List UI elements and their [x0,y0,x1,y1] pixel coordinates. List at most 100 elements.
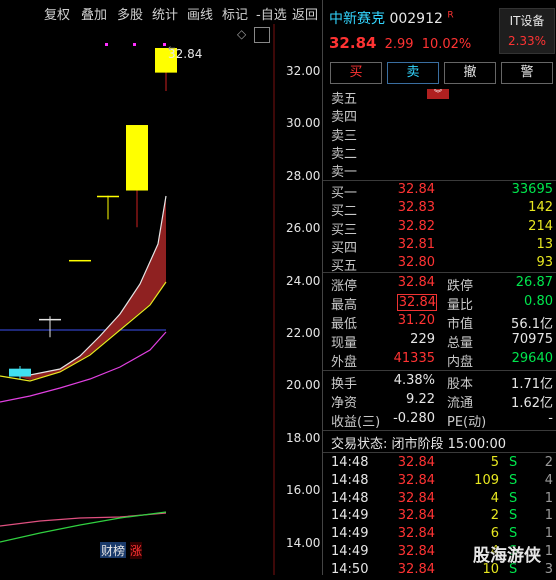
sell-level-row[interactable]: 卖四 [331,106,553,126]
tick-time: 14:49 [331,526,369,542]
r-mark: R [447,10,454,21]
sell-level-row[interactable]: 卖一 [331,161,553,180]
tick-row[interactable]: 14:48 32.84 109 S 4 [331,473,553,491]
tick-row[interactable]: 14:48 32.84 5 S 2 [331,455,553,473]
sell-button[interactable]: 卖 [387,62,439,84]
sell-level-label: 卖三 [331,128,358,144]
sell-level-row[interactable]: 卖五 [331,88,553,107]
limit-down-value: 26.87 [515,275,553,290]
alert-button[interactable]: 警 [501,62,553,84]
price-axis-label: 14.00 [286,535,321,550]
signal-dot [163,43,166,46]
float-shares-label: 流通 [447,396,474,411]
panel-toggle-icon[interactable] [254,27,270,43]
tick-row[interactable]: 14:48 32.84 4 S 1 [331,491,553,509]
price-axis-label: 28.00 [286,168,321,183]
tick-volume: 109 [474,472,499,488]
limit-down-label: 跌停 [447,279,474,294]
low-value: 31.20 [397,313,435,328]
badge-limit-up[interactable]: 涨 [130,542,143,559]
turnover-value: 4.38% [393,373,435,388]
ma20-line [0,331,167,403]
toolbar-back-button[interactable]: 返回 [292,4,318,23]
stock-name: 中新赛克 [329,11,385,27]
signal-dot [105,43,108,46]
buy-level-row[interactable]: 买五 32.80 93 [331,255,553,274]
quote-panel: 中新赛克 002912 R IT设备 2.33% 32.84 2.99 10.0… [322,0,556,577]
market-cap-value: 56.1亿 [511,317,553,332]
stock-code: 002912 [389,11,443,27]
badge-finance[interactable]: 财 [101,544,113,558]
toolbar-adjust-button[interactable]: 复权 [44,4,70,23]
chart-toolbar: 复权 叠加 多股 统计 画线 标记 -自选 返回 [0,0,322,24]
buy-level-price: 32.83 [397,200,435,216]
buy-level-price: 32.81 [397,236,435,252]
trading-status: 交易状态: 闭市阶段 15:00:00 [331,437,507,452]
sell-level-label: 卖二 [331,146,358,162]
candle-body[interactable] [126,125,148,191]
buy-level-price: 32.80 [397,255,435,271]
kline-svg[interactable] [0,24,322,575]
sell-level-label: 卖四 [331,110,358,126]
toolbar-mark-button[interactable]: 标记 [222,4,248,23]
high-value: 32.84 [397,294,437,311]
tick-row[interactable]: 14:49 32.84 2 S 1 [331,508,553,526]
diamond-icon[interactable]: ◇ [237,27,246,41]
eps-value: -0.280 [393,411,435,426]
tick-price: 32.84 [397,455,435,470]
buy-level-row[interactable]: 买一 32.84 33695 [331,182,553,201]
share-capital-value: 1.71亿 [511,377,553,392]
limit-up-value: 32.84 [397,275,435,290]
buy-level-label: 买四 [331,240,358,256]
sell-level-row[interactable]: 卖二 [331,143,553,162]
market-cap-label: 市值 [447,317,474,332]
candle-body[interactable] [39,318,61,321]
tick-side: S [509,455,518,470]
eps-label: 收益(三) [331,415,381,430]
tick-volume: 2 [490,508,499,524]
current-volume-label: 现量 [331,336,358,351]
sell-level-row[interactable]: 卖三 [331,125,553,144]
candle-body[interactable] [69,259,91,262]
buy-level-label: 买一 [331,186,358,201]
candle-body[interactable] [9,368,31,377]
net-asset-value: 9.22 [406,392,435,407]
badge-group[interactable]: 财榜 [100,542,127,558]
tick-count: 1 [544,526,553,542]
current-volume-value: 229 [410,332,435,347]
buy-level-label: 买二 [331,204,358,220]
toolbar-draw-line-button[interactable]: 画线 [187,4,213,23]
toolbar-remove-watchlist-button[interactable]: -自选 [256,4,287,23]
tick-count: 4 [544,472,553,488]
price-change-pct: 10.02% [421,37,472,52]
toolbar-stats-button[interactable]: 统计 [152,4,178,23]
tick-count: 1 [544,544,553,559]
float-shares-value: 1.62亿 [511,396,553,411]
sector-box[interactable]: IT设备 2.33% [499,8,555,54]
price-axis-label: 26.00 [286,221,321,236]
tick-time: 14:49 [331,544,369,559]
badge-rank[interactable]: 榜 [113,544,125,558]
price-line: 32.84 2.99 10.02% [329,34,471,52]
buy-level-row[interactable]: 买二 32.83 142 [331,200,553,220]
buy-level-row[interactable]: 买四 32.81 13 [331,236,553,256]
sell-level-label: 卖五 [331,92,358,107]
price-axis-label: 32.00 [286,64,321,78]
tick-time: 14:48 [331,472,369,488]
tick-price: 32.84 [397,508,435,524]
tick-time: 14:48 [331,455,369,470]
kline-chart[interactable]: 32.84 ← ◇ 32.00 30.00 28.00 26.00 24.00 22.00… [0,24,322,575]
tick-count: 1 [544,490,553,506]
toolbar-overlay-button[interactable]: 叠加 [81,4,107,23]
total-volume-label: 总量 [447,336,474,351]
buy-button[interactable]: 买 [330,62,382,84]
tick-time: 14:49 [331,508,369,524]
tick-volume: 6 [490,526,499,542]
tick-count: 1 [544,508,553,524]
cancel-order-button[interactable]: 撤 [444,62,496,84]
buy-level-row[interactable]: 买三 32.82 214 [331,219,553,238]
toolbar-multi-stock-button[interactable]: 多股 [117,4,143,23]
stock-title: 中新赛克 002912 R [329,8,454,28]
tick-side: S [509,472,518,488]
candle-body[interactable] [97,195,119,198]
